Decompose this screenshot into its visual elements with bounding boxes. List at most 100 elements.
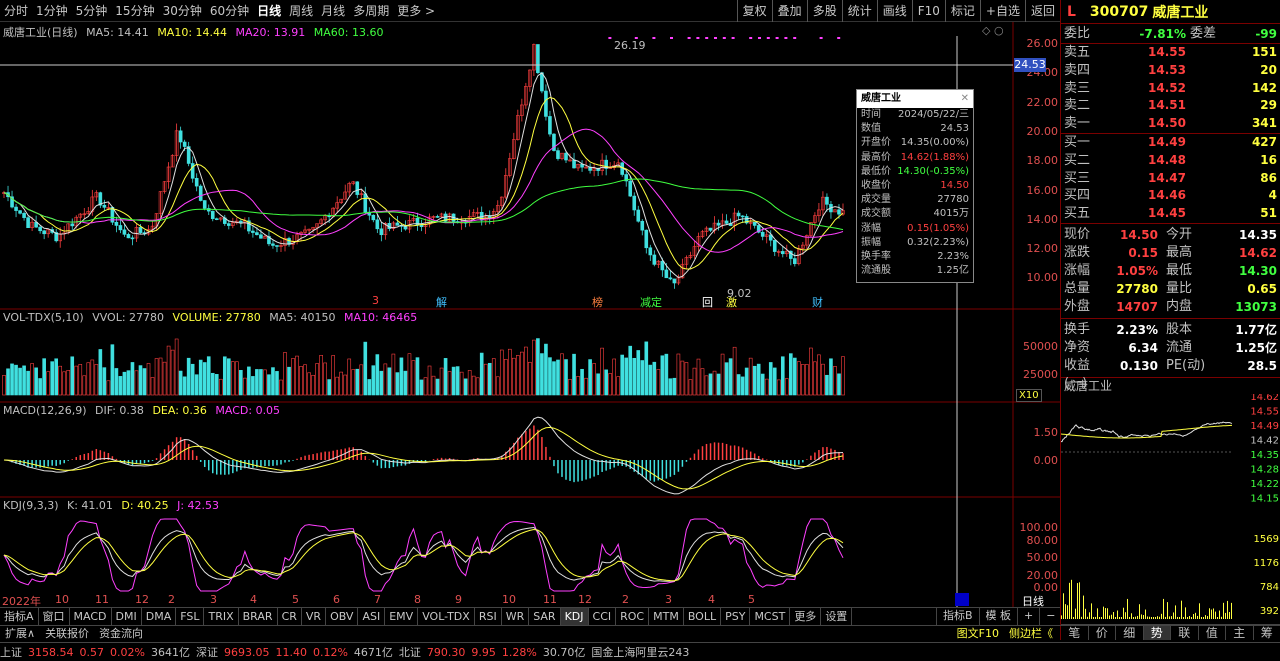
period-tab-7[interactable]: 周线 bbox=[285, 2, 317, 19]
status-item: 国金上海阿里云243 bbox=[591, 646, 690, 659]
period-tab-6[interactable]: 日线 bbox=[253, 2, 285, 19]
ma60-label: MA60: 13.60 bbox=[313, 26, 384, 39]
indicator-tab[interactable]: DMI bbox=[112, 608, 142, 625]
indicator-tab[interactable]: ROC bbox=[616, 608, 650, 625]
indicator-tab[interactable]: BOLL bbox=[684, 608, 722, 625]
kline-ytick: 10.00 bbox=[1026, 271, 1059, 285]
period-tab-4[interactable]: 30分钟 bbox=[159, 2, 206, 19]
period-tab-3[interactable]: 15分钟 bbox=[111, 2, 158, 19]
event-marker[interactable]: 3 bbox=[372, 294, 379, 307]
kline-ytick: 14.00 bbox=[1026, 212, 1059, 226]
toolbar-action-8[interactable]: 返回 bbox=[1024, 0, 1060, 22]
ask-row[interactable]: 卖一 14.50 341 bbox=[1061, 115, 1280, 133]
indicator-tab[interactable]: KDJ bbox=[560, 608, 589, 625]
toolbar-action-4[interactable]: 画线 bbox=[876, 0, 912, 22]
toolbar-action-0[interactable]: 复权 bbox=[736, 0, 772, 22]
indicator-tab[interactable]: CR bbox=[278, 608, 302, 625]
ask-row[interactable]: 卖五 14.55 151 bbox=[1061, 44, 1280, 62]
indicator-tab[interactable]: 设置 bbox=[821, 608, 853, 625]
close-icon[interactable]: ✕ bbox=[961, 90, 969, 108]
period-tab-5[interactable]: 60分钟 bbox=[206, 2, 253, 19]
mini-ytick: 14.28 bbox=[1250, 464, 1279, 475]
indicator-tab[interactable]: SAR bbox=[529, 608, 561, 625]
stock-name: 威唐工业 bbox=[1152, 4, 1209, 21]
indicator-tab[interactable]: 窗口 bbox=[39, 608, 70, 625]
secondary-btn[interactable]: 资金流向 bbox=[94, 626, 148, 640]
weicha-value: -99 bbox=[1255, 27, 1277, 41]
indicator-tab[interactable]: MACD bbox=[70, 608, 112, 625]
indicator-tab[interactable]: WR bbox=[502, 608, 530, 625]
event-marker[interactable]: 减定 bbox=[640, 294, 662, 310]
secondary-right-btn[interactable]: 侧边栏《 bbox=[1004, 626, 1058, 640]
kline-ytick: 26.00 bbox=[1026, 37, 1059, 50]
ask-row[interactable]: 卖四 14.53 20 bbox=[1061, 62, 1280, 80]
indicator-tab[interactable]: 指标A bbox=[0, 608, 39, 625]
indicator-right-btn[interactable]: + bbox=[1017, 607, 1039, 625]
secondary-btn[interactable]: 关联报价 bbox=[40, 626, 94, 640]
indicator-tab[interactable]: TRIX bbox=[204, 608, 239, 625]
indicator-tab[interactable]: RSI bbox=[475, 608, 502, 625]
indicator-tab[interactable]: ASI bbox=[358, 608, 386, 625]
ask-row[interactable]: 卖三 14.52 142 bbox=[1061, 80, 1280, 98]
quote-row: 现价 14.50 今开 14.35 bbox=[1064, 226, 1277, 242]
date-tick: 12 bbox=[578, 593, 592, 606]
indicator-tab[interactable]: VR bbox=[302, 608, 327, 625]
bid-row[interactable]: 买四 14.46 4 bbox=[1061, 187, 1280, 205]
mini-vtick: 784 bbox=[1260, 582, 1279, 593]
toolbar-action-7[interactable]: +自选 bbox=[979, 0, 1025, 22]
status-item: 9.95 bbox=[471, 645, 496, 659]
toolbar-action-5[interactable]: F10 bbox=[911, 0, 945, 22]
weibi-value: -7.81% bbox=[1139, 27, 1186, 41]
indicator-tab[interactable]: EMV bbox=[385, 608, 419, 625]
secondary-right-btn[interactable]: 图文F10 bbox=[952, 626, 1004, 640]
macd-value-label: MACD: 0.05 bbox=[215, 404, 281, 417]
period-tab-2[interactable]: 5分钟 bbox=[72, 2, 112, 19]
indicator-tab[interactable]: 更多 bbox=[790, 608, 822, 625]
dea-label: DEA: 0.36 bbox=[152, 404, 207, 417]
indicator-tab[interactable]: CCI bbox=[589, 608, 617, 625]
quote-row: 总量 27780 量比 0.65 bbox=[1064, 280, 1277, 296]
period-tab-0[interactable]: 分时 bbox=[0, 2, 32, 19]
secondary-btn[interactable]: 扩展∧ bbox=[0, 626, 40, 640]
bid-row[interactable]: 买一 14.49 427 bbox=[1061, 134, 1280, 152]
event-marker[interactable]: 榜 bbox=[592, 294, 603, 310]
event-marker[interactable]: 解 bbox=[436, 294, 447, 310]
indicator-tab[interactable]: DMA bbox=[142, 608, 177, 625]
vol-ytick: 50000 bbox=[1023, 340, 1058, 353]
crosshair-xbox bbox=[955, 593, 969, 606]
bid-row[interactable]: 买三 14.47 86 bbox=[1061, 170, 1280, 188]
indicator-tab[interactable]: BRAR bbox=[239, 608, 278, 625]
indicator-tabs: 指标A 窗口 MACD DMI DMA FSL TRIX BRAR CR VR OBV ASI EMV V… bbox=[0, 607, 1060, 625]
ma5-label: MA5: 14.41 bbox=[86, 26, 149, 39]
indicator-tab[interactable]: OBV bbox=[326, 608, 359, 625]
indicator-tab[interactable]: MTM bbox=[649, 608, 684, 625]
indicator-tab[interactable]: PSY bbox=[721, 608, 751, 625]
intraday-mini-chart[interactable]: 14.62 14.55 14.49 14.42 14.35 14.28 14.22 14.15… bbox=[1060, 392, 1280, 622]
toolbar-action-3[interactable]: 统计 bbox=[841, 0, 877, 22]
indicator-tab[interactable]: MCST bbox=[750, 608, 791, 625]
period-tab-1[interactable]: 1分钟 bbox=[32, 2, 72, 19]
event-marker[interactable]: 财 bbox=[812, 294, 823, 310]
period-tab-8[interactable]: 月线 bbox=[317, 2, 349, 19]
ask-row[interactable]: 卖二 14.51 29 bbox=[1061, 97, 1280, 115]
indicator-right-btn[interactable]: − bbox=[1039, 607, 1061, 625]
indicator-tab[interactable]: VOL-TDX bbox=[418, 608, 475, 625]
toolbar-action-1[interactable]: 叠加 bbox=[771, 0, 807, 22]
data-tooltip: 威唐工业 ✕ 时间 2024/05/22/三 数值 24.53 开盘价 14.35(0.00… bbox=[856, 89, 974, 283]
indicator-right-btn[interactable]: 指标B bbox=[936, 607, 979, 625]
panel-controls[interactable]: ◇ ○ bbox=[982, 24, 1004, 37]
tooltip-title: 威唐工业 bbox=[861, 93, 901, 104]
event-marker[interactable]: 回 bbox=[702, 294, 713, 310]
bid-row[interactable]: 买二 14.48 16 bbox=[1061, 152, 1280, 170]
toolbar-action-2[interactable]: 多股 bbox=[806, 0, 842, 22]
quote-panel: L 300707 威唐工业 委比 -7.81% 委差 -99 卖五 14.55 15… bbox=[1060, 0, 1280, 640]
period-tab-9[interactable]: 多周期 bbox=[349, 2, 393, 19]
event-marker[interactable]: 激 bbox=[726, 294, 737, 310]
indicator-right-btn[interactable]: 模 板 bbox=[978, 607, 1018, 625]
bid-row[interactable]: 买五 14.45 51 bbox=[1061, 205, 1280, 223]
indicator-tab[interactable]: FSL bbox=[176, 608, 205, 625]
dif-label: DIF: 0.38 bbox=[95, 404, 144, 417]
toolbar-action-6[interactable]: 标记 bbox=[944, 0, 980, 22]
period-tab-10[interactable]: 更多 > bbox=[393, 2, 439, 19]
kline-ytick: 22.00 bbox=[1026, 95, 1059, 109]
